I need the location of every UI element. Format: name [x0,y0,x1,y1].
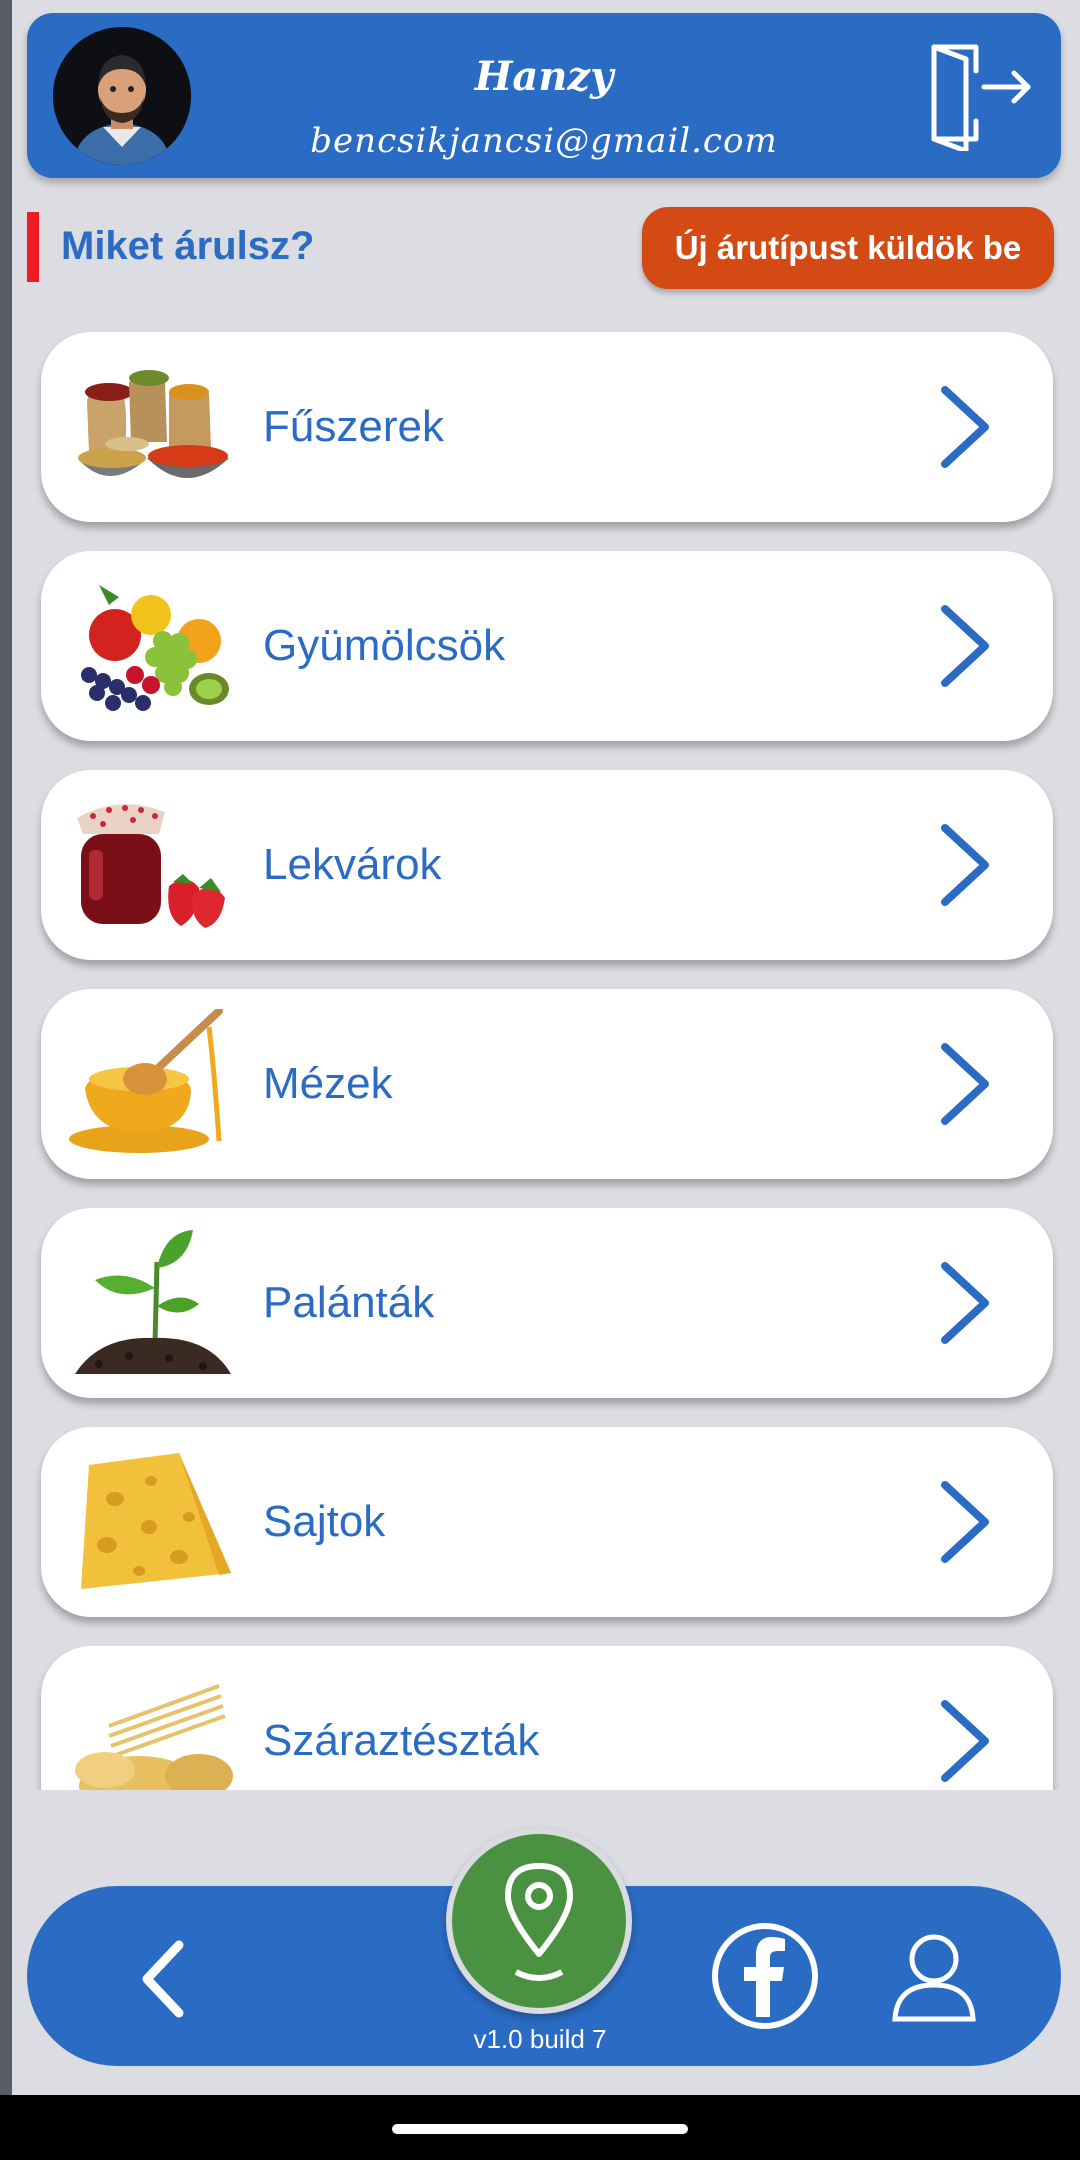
category-card-fruits[interactable]: Gyümölcsök [41,551,1053,741]
chevron-right-icon [935,820,995,910]
category-label: Száraztészták [263,1716,540,1765]
chevron-right-icon [935,1477,995,1567]
profile-icon[interactable] [889,1931,979,2023]
category-list[interactable]: Fűszerek Gyümölcsök Lekvárok Mézek Palán… [27,320,1077,1790]
category-card-honey[interactable]: Mézek [41,989,1053,1179]
user-name: Hanzy [474,53,614,100]
facebook-icon[interactable] [710,1921,820,2031]
honey-image [69,1007,235,1159]
logout-icon[interactable] [926,41,1036,154]
profile-header: Hanzy bencsikjancsi@gmail.com [27,13,1061,178]
user-email: bencsikjancsi@gmail.com [310,121,778,161]
category-label: Mézek [263,1059,393,1108]
category-label: Lekvárok [263,840,442,889]
category-card-spices[interactable]: Fűszerek [41,332,1053,522]
cheese-image [69,1447,235,1597]
pasta-image [69,1666,235,1790]
home-indicator[interactable] [392,2124,688,2134]
section-marker [27,212,39,282]
category-label: Fűszerek [263,402,444,451]
version-label: v1.0 build 7 [473,2024,607,2054]
category-card-seedlings[interactable]: Palánták [41,1208,1053,1398]
category-card-pasta[interactable]: Száraztészták [41,1646,1053,1790]
map-location-button[interactable] [446,1828,632,2014]
jam-image [69,790,235,940]
category-label: Sajtok [263,1497,386,1546]
chevron-right-icon [935,1696,995,1786]
back-arrow-icon[interactable] [127,1939,207,2019]
chevron-right-icon [935,1039,995,1129]
seedling-image [69,1228,235,1378]
chevron-right-icon [935,382,995,472]
chevron-right-icon [935,601,995,691]
left-edge-strip [0,0,12,2095]
submit-new-type-button[interactable]: Új árutípust küldök be [642,207,1054,289]
category-label: Palánták [263,1278,435,1327]
category-label: Gyümölcsök [263,621,506,670]
chevron-right-icon [935,1258,995,1348]
spices-image [69,352,235,502]
section-title: Miket árulsz? [61,224,315,268]
fruits-image [69,571,235,721]
category-card-jams[interactable]: Lekvárok [41,770,1053,960]
category-card-cheese[interactable]: Sajtok [41,1427,1053,1617]
